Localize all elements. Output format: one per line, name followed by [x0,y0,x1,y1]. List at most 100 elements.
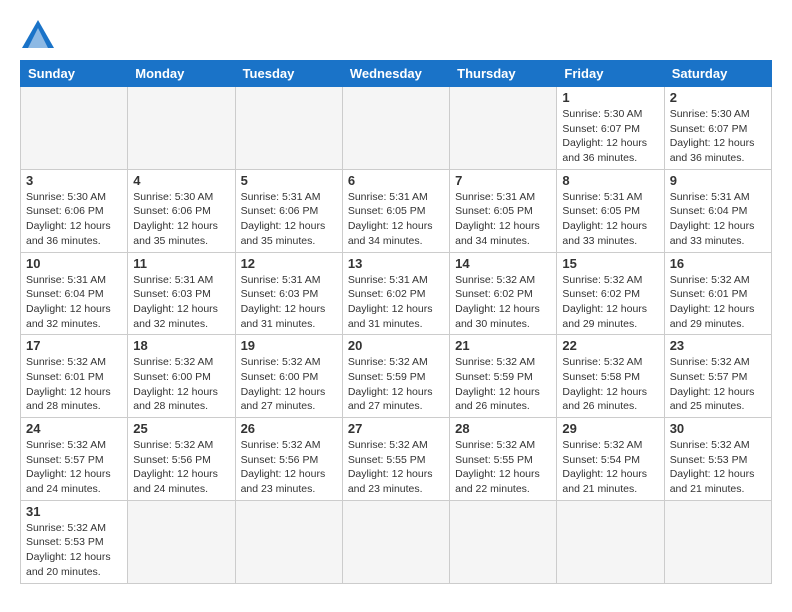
calendar-cell: 12 Sunrise: 5:31 AMSunset: 6:03 PMDayligh… [235,252,342,335]
day-info: Sunrise: 5:31 AMSunset: 6:04 PMDaylight:… [26,273,122,332]
day-number: 3 [26,173,122,188]
day-info: Sunrise: 5:32 AMSunset: 5:57 PMDaylight:… [670,355,766,414]
day-info: Sunrise: 5:32 AMSunset: 6:01 PMDaylight:… [26,355,122,414]
calendar-cell: 14 Sunrise: 5:32 AMSunset: 6:02 PMDayligh… [450,252,557,335]
calendar-cell: 20 Sunrise: 5:32 AMSunset: 5:59 PMDayligh… [342,335,449,418]
day-info: Sunrise: 5:31 AMSunset: 6:03 PMDaylight:… [241,273,337,332]
day-info: Sunrise: 5:32 AMSunset: 5:56 PMDaylight:… [133,438,229,497]
day-number: 15 [562,256,658,271]
day-number: 2 [670,90,766,105]
calendar-cell [128,87,235,170]
calendar-cell: 11 Sunrise: 5:31 AMSunset: 6:03 PMDayligh… [128,252,235,335]
day-info: Sunrise: 5:32 AMSunset: 5:58 PMDaylight:… [562,355,658,414]
calendar-cell: 28 Sunrise: 5:32 AMSunset: 5:55 PMDayligh… [450,418,557,501]
day-info: Sunrise: 5:32 AMSunset: 5:59 PMDaylight:… [455,355,551,414]
day-number: 12 [241,256,337,271]
weekday-thursday: Thursday [450,61,557,87]
week-row-2: 3 Sunrise: 5:30 AMSunset: 6:06 PMDaylight… [21,169,772,252]
calendar-cell: 17 Sunrise: 5:32 AMSunset: 6:01 PMDayligh… [21,335,128,418]
day-info: Sunrise: 5:31 AMSunset: 6:04 PMDaylight:… [670,190,766,249]
weekday-saturday: Saturday [664,61,771,87]
day-number: 4 [133,173,229,188]
calendar-cell [342,87,449,170]
calendar-cell: 15 Sunrise: 5:32 AMSunset: 6:02 PMDayligh… [557,252,664,335]
calendar-cell: 27Sunrise: 5:32 AMSunset: 5:55 PMDayligh… [342,418,449,501]
day-info: Sunrise: 5:32 AMSunset: 6:00 PMDaylight:… [133,355,229,414]
week-row-6: 31Sunrise: 5:32 AMSunset: 5:53 PMDayligh… [21,500,772,583]
day-info: Sunrise: 5:32 AMSunset: 5:56 PMDaylight:… [241,438,337,497]
day-number: 10 [26,256,122,271]
day-number: 25 [133,421,229,436]
day-info: Sunrise: 5:31 AMSunset: 6:03 PMDaylight:… [133,273,229,332]
calendar-cell: 30 Sunrise: 5:32 AMSunset: 5:53 PMDayligh… [664,418,771,501]
week-row-3: 10 Sunrise: 5:31 AMSunset: 6:04 PMDayligh… [21,252,772,335]
calendar-cell [21,87,128,170]
weekday-friday: Friday [557,61,664,87]
day-info: Sunrise: 5:30 AMSunset: 6:07 PMDaylight:… [562,107,658,166]
day-number: 5 [241,173,337,188]
calendar-cell: 22 Sunrise: 5:32 AMSunset: 5:58 PMDayligh… [557,335,664,418]
day-number: 17 [26,338,122,353]
day-number: 26 [241,421,337,436]
day-info: Sunrise: 5:32 AMSunset: 5:53 PMDaylight:… [670,438,766,497]
calendar-cell: 23Sunrise: 5:32 AMSunset: 5:57 PMDayligh… [664,335,771,418]
day-info: Sunrise: 5:30 AMSunset: 6:06 PMDaylight:… [26,190,122,249]
calendar-cell: 18 Sunrise: 5:32 AMSunset: 6:00 PMDayligh… [128,335,235,418]
calendar-cell: 13 Sunrise: 5:31 AMSunset: 6:02 PMDayligh… [342,252,449,335]
weekday-sunday: Sunday [21,61,128,87]
week-row-4: 17 Sunrise: 5:32 AMSunset: 6:01 PMDayligh… [21,335,772,418]
calendar-cell [235,500,342,583]
day-info: Sunrise: 5:31 AMSunset: 6:05 PMDaylight:… [455,190,551,249]
day-number: 8 [562,173,658,188]
day-number: 29 [562,421,658,436]
day-number: 6 [348,173,444,188]
day-info: Sunrise: 5:31 AMSunset: 6:06 PMDaylight:… [241,190,337,249]
calendar-cell: 1Sunrise: 5:30 AMSunset: 6:07 PMDaylight… [557,87,664,170]
calendar-cell: 8 Sunrise: 5:31 AMSunset: 6:05 PMDaylight… [557,169,664,252]
day-info: Sunrise: 5:32 AMSunset: 5:57 PMDaylight:… [26,438,122,497]
day-info: Sunrise: 5:30 AMSunset: 6:06 PMDaylight:… [133,190,229,249]
day-info: Sunrise: 5:31 AMSunset: 6:02 PMDaylight:… [348,273,444,332]
calendar-cell: 2 Sunrise: 5:30 AMSunset: 6:07 PMDaylight… [664,87,771,170]
logo [20,16,60,52]
calendar-cell: 3 Sunrise: 5:30 AMSunset: 6:06 PMDaylight… [21,169,128,252]
day-info: Sunrise: 5:32 AMSunset: 6:02 PMDaylight:… [562,273,658,332]
day-number: 7 [455,173,551,188]
day-info: Sunrise: 5:32 AMSunset: 6:02 PMDaylight:… [455,273,551,332]
calendar-table: SundayMondayTuesdayWednesdayThursdayFrid… [20,60,772,584]
calendar-cell: 26 Sunrise: 5:32 AMSunset: 5:56 PMDayligh… [235,418,342,501]
calendar-cell: 5 Sunrise: 5:31 AMSunset: 6:06 PMDaylight… [235,169,342,252]
day-number: 11 [133,256,229,271]
day-info: Sunrise: 5:32 AMSunset: 6:00 PMDaylight:… [241,355,337,414]
calendar-cell [664,500,771,583]
calendar-cell: 16 Sunrise: 5:32 AMSunset: 6:01 PMDayligh… [664,252,771,335]
calendar-cell [342,500,449,583]
day-number: 27 [348,421,444,436]
day-number: 22 [562,338,658,353]
day-number: 18 [133,338,229,353]
calendar-cell: 4 Sunrise: 5:30 AMSunset: 6:06 PMDaylight… [128,169,235,252]
day-info: Sunrise: 5:32 AMSunset: 6:01 PMDaylight:… [670,273,766,332]
day-number: 24 [26,421,122,436]
day-number: 28 [455,421,551,436]
calendar-cell [450,500,557,583]
day-info: Sunrise: 5:32 AMSunset: 5:55 PMDaylight:… [455,438,551,497]
day-number: 16 [670,256,766,271]
calendar-cell: 21Sunrise: 5:32 AMSunset: 5:59 PMDayligh… [450,335,557,418]
day-number: 13 [348,256,444,271]
calendar-cell: 25 Sunrise: 5:32 AMSunset: 5:56 PMDayligh… [128,418,235,501]
day-info: Sunrise: 5:30 AMSunset: 6:07 PMDaylight:… [670,107,766,166]
day-number: 30 [670,421,766,436]
calendar-cell: 29Sunrise: 5:32 AMSunset: 5:54 PMDayligh… [557,418,664,501]
calendar-cell [235,87,342,170]
week-row-5: 24 Sunrise: 5:32 AMSunset: 5:57 PMDayligh… [21,418,772,501]
day-info: Sunrise: 5:32 AMSunset: 5:59 PMDaylight:… [348,355,444,414]
header [20,16,772,52]
day-number: 31 [26,504,122,519]
day-number: 20 [348,338,444,353]
calendar-cell: 7 Sunrise: 5:31 AMSunset: 6:05 PMDaylight… [450,169,557,252]
day-number: 14 [455,256,551,271]
day-info: Sunrise: 5:31 AMSunset: 6:05 PMDaylight:… [562,190,658,249]
logo-icon [20,16,56,52]
page: SundayMondayTuesdayWednesdayThursdayFrid… [0,0,792,612]
